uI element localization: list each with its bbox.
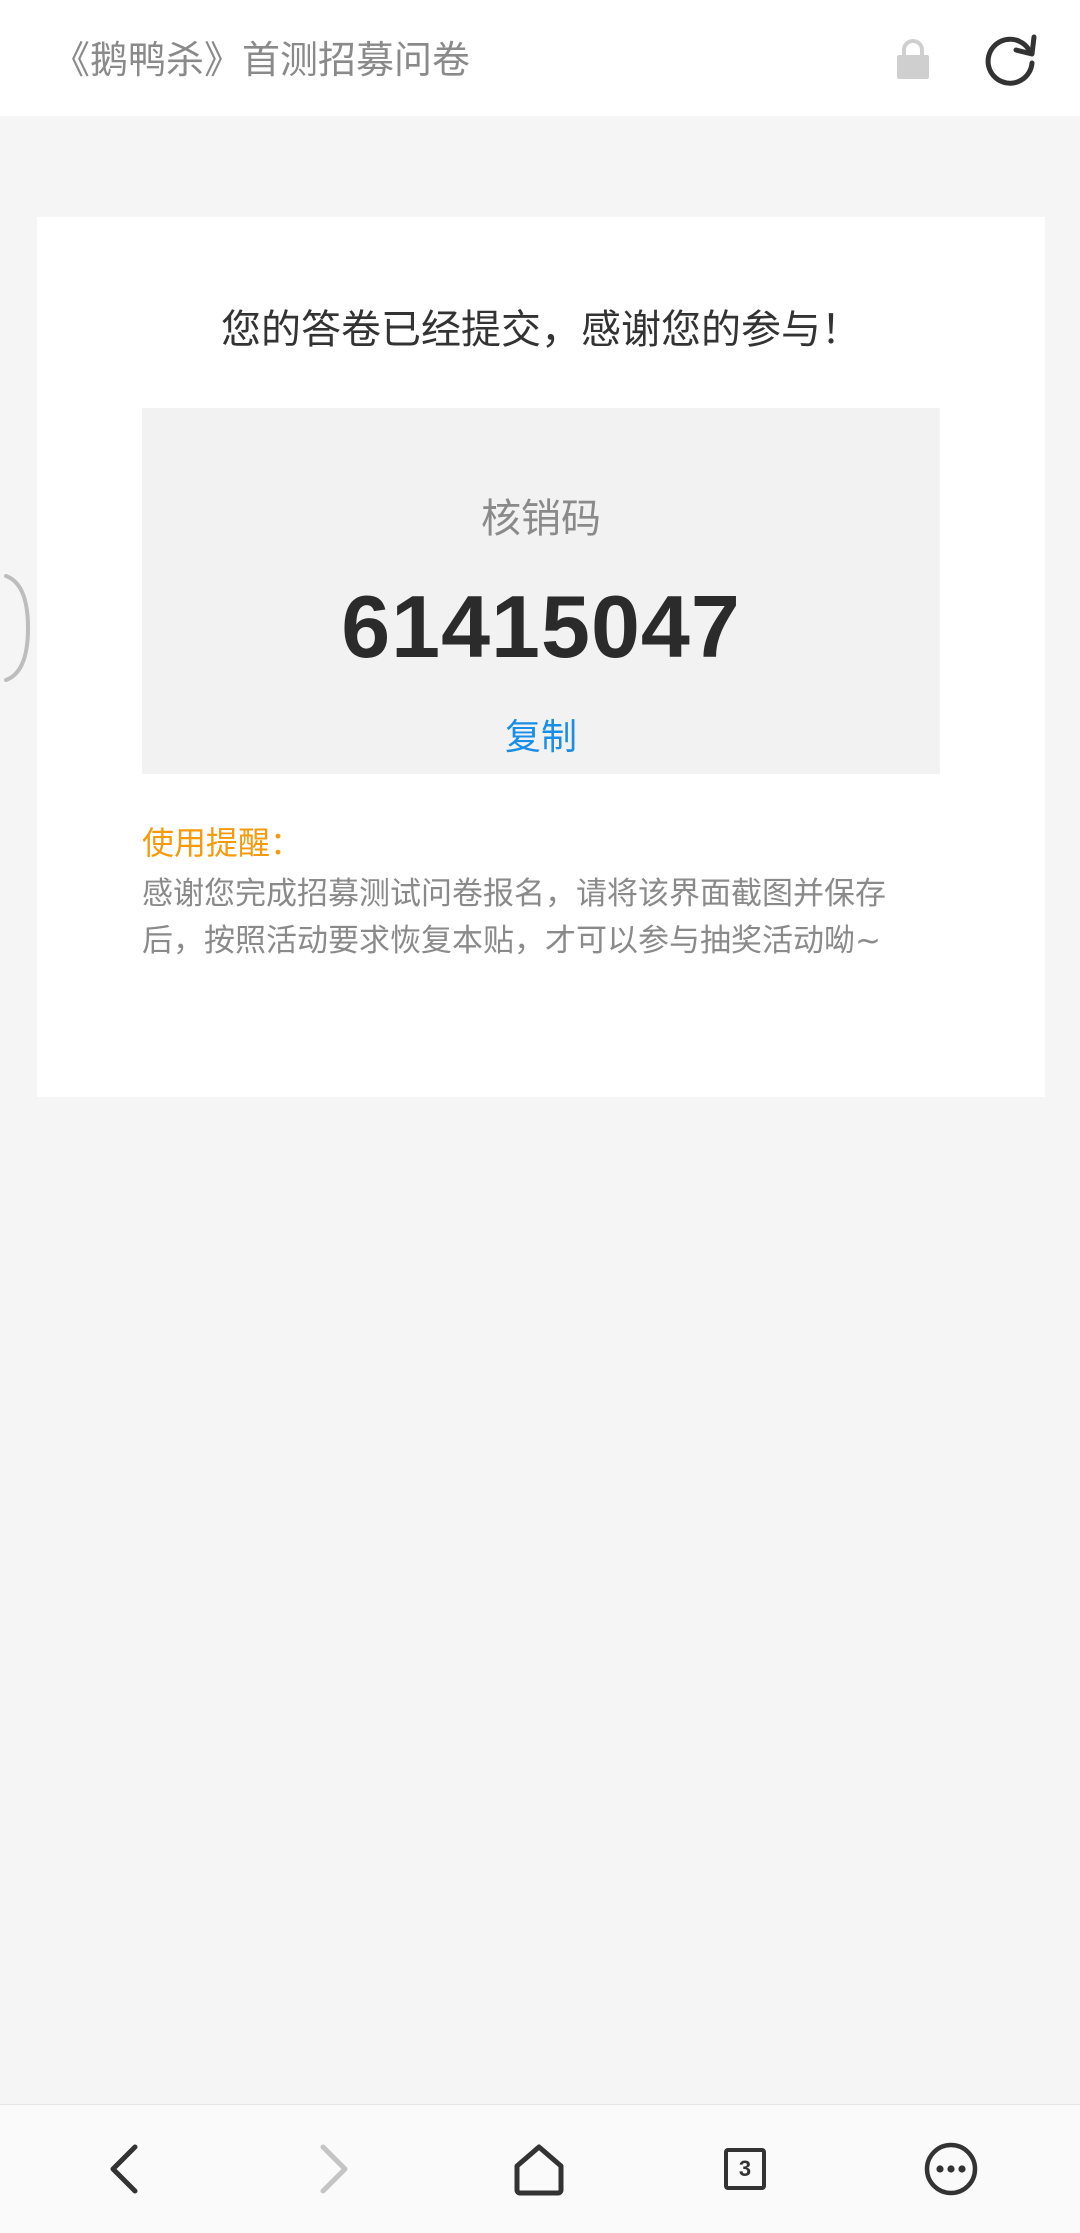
more-button[interactable]	[901, 2105, 1001, 2233]
refresh-icon[interactable]	[982, 30, 1040, 88]
home-button[interactable]	[489, 2105, 589, 2233]
page-title: 《鹅鸭杀》首测招募问卷	[52, 38, 471, 82]
tab-count: 3	[738, 2156, 752, 2181]
back-icon	[110, 2144, 138, 2194]
more-icon	[924, 2142, 978, 2196]
back-button[interactable]	[75, 2105, 175, 2233]
lock-icon[interactable]	[896, 38, 930, 80]
copy-button[interactable]: 复制	[491, 708, 591, 760]
forward-button[interactable]	[283, 2105, 383, 2233]
redemption-code-box: 核销码 61415047 复制	[142, 408, 940, 774]
bottom-navigation-bar: 3	[0, 2104, 1080, 2233]
home-icon	[514, 2144, 564, 2196]
redemption-code: 61415047	[341, 577, 741, 676]
submission-card: 您的答卷已经提交，感谢您的参与！ 核销码 61415047 复制 使用提醒： 感…	[37, 217, 1045, 1097]
tabs-icon: 3	[724, 2148, 766, 2190]
reminder-title: 使用提醒：	[142, 824, 303, 862]
forward-icon	[320, 2144, 348, 2194]
side-drawer-handle[interactable]	[0, 574, 32, 682]
code-label: 核销码	[481, 496, 601, 542]
success-message: 您的答卷已经提交，感谢您的参与！	[221, 307, 861, 353]
reminder-text: 感谢您完成招募测试问卷报名，请将该界面截图并保存后，按照活动要求恢复本贴，才可以…	[142, 876, 886, 959]
tabs-button[interactable]: 3	[695, 2105, 795, 2233]
top-bar: 《鹅鸭杀》首测招募问卷	[0, 0, 1080, 116]
